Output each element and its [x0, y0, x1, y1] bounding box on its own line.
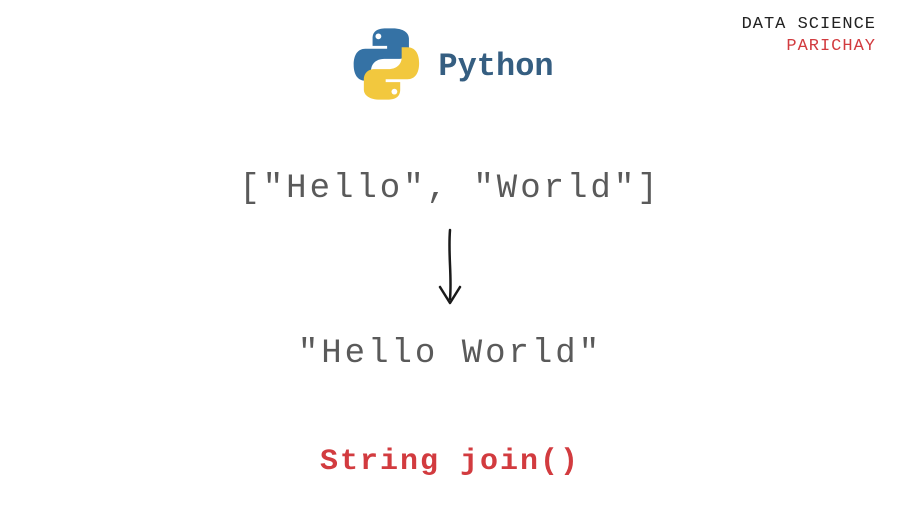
caption-text: String join() [320, 445, 580, 479]
header: Python [346, 24, 553, 109]
watermark: DATA SCIENCE PARICHAY [742, 14, 876, 58]
python-logo-icon [346, 24, 426, 109]
watermark-line1: DATA SCIENCE [742, 14, 876, 36]
arrow-down-icon [430, 225, 470, 315]
language-label: Python [438, 48, 553, 85]
output-string-text: "Hello World" [298, 335, 602, 373]
watermark-line2: PARICHAY [742, 36, 876, 58]
input-list-text: ["Hello", "World"] [239, 170, 660, 208]
